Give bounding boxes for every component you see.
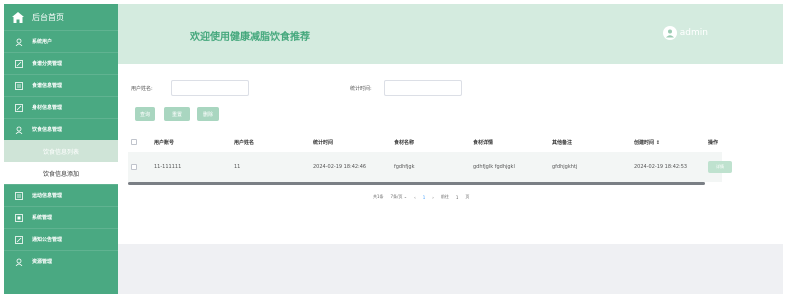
sidebar-item-exercise-info[interactable]: 运动信息管理	[4, 184, 118, 206]
sidebar-sub-label: 饮食信息添加	[42, 170, 79, 178]
user-menu[interactable]: admin	[662, 26, 708, 40]
grid-icon	[15, 213, 23, 222]
sidebar-item-label: 资源管理	[32, 259, 53, 265]
detail-button[interactable]: 详情	[708, 161, 732, 173]
edit-icon	[15, 59, 23, 68]
chevron-down-icon: ⌄	[403, 194, 408, 199]
column-header: 食材名称	[394, 140, 415, 146]
column-header: 操作	[708, 140, 719, 146]
footer-area	[118, 244, 783, 294]
sidebar-item-label: 系统用户	[32, 39, 53, 45]
username-filter-label: 用户姓名:	[131, 86, 153, 92]
avatar-icon	[665, 29, 674, 38]
sidebar-item-notice-manage[interactable]: 通知公告管理	[4, 228, 118, 250]
column-header: 食材详情	[473, 140, 494, 146]
sidebar-item-system-user[interactable]: 系统用户	[4, 30, 118, 52]
prev-page-button[interactable]: ‹	[414, 195, 416, 200]
list-icon	[15, 81, 23, 90]
cell-food-detail: gdhfjglk fgdhjgkl	[473, 164, 515, 170]
table-row	[128, 152, 722, 182]
horizontal-scrollbar[interactable]	[128, 182, 705, 185]
list-icon	[15, 191, 23, 200]
edit-icon	[15, 235, 23, 244]
pagination: 共1条 7条/页 ⌄ ‹ 1 › 前往 1 页	[373, 194, 469, 200]
reset-button[interactable]: 重置	[164, 107, 190, 121]
home-icon	[12, 11, 24, 23]
sidebar-item-label: 饮食信息管理	[32, 127, 63, 133]
sidebar-item-label: 系统管理	[32, 215, 53, 221]
page-size-select[interactable]: 7条/页 ⌄	[391, 194, 408, 200]
time-filter-input[interactable]	[384, 80, 462, 96]
user-icon	[15, 126, 23, 134]
pagination-total: 共1条	[373, 194, 384, 199]
column-header-sortable[interactable]: 创建时间 ↕	[634, 139, 660, 146]
sidebar: 后台首页 系统用户 食谱分类管理 食谱信息管理 身材信息管理 饮食信息管理 饮食…	[4, 4, 118, 294]
goto-label: 前往	[440, 194, 449, 199]
header: 欢迎使用健康减脂饮食推荐 admin	[118, 4, 783, 64]
sidebar-item-label: 食谱分类管理	[32, 61, 63, 67]
main-content: 用户姓名: 统计时间: 查询 重置 删除 用户账号 用户姓名 统计时间 食材名称…	[118, 64, 783, 244]
sidebar-sub-diet-add[interactable]: 饮食信息添加	[4, 162, 118, 184]
sidebar-sub-diet-list[interactable]: 饮食信息列表	[4, 140, 118, 162]
username: admin	[679, 28, 708, 38]
cell-stat-time: 2024-02-19 18:42:46	[313, 164, 367, 170]
sidebar-item-body-info[interactable]: 身材信息管理	[4, 96, 118, 118]
cell-account: 11-111111	[154, 164, 182, 170]
avatar	[662, 26, 677, 40]
delete-button[interactable]: 删除	[197, 107, 219, 121]
page-number-current[interactable]: 1	[423, 195, 426, 200]
cell-remark: gfdhjgkhtj	[552, 164, 578, 170]
user-icon	[15, 38, 23, 46]
cell-food-name: fgdhfjgk	[394, 164, 415, 170]
sidebar-item-recipe-category[interactable]: 食谱分类管理	[4, 52, 118, 74]
cell-name: 11	[234, 164, 241, 170]
sidebar-item-label: 通知公告管理	[32, 237, 63, 243]
sidebar-home-label: 后台首页	[32, 12, 64, 22]
user-icon	[15, 258, 23, 266]
sidebar-item-resource-manage[interactable]: 资源管理	[4, 250, 118, 272]
sidebar-item-label: 运动信息管理	[32, 193, 63, 199]
edit-icon	[15, 103, 23, 112]
column-header: 用户账号	[154, 140, 175, 146]
sidebar-sub-label: 饮食信息列表	[42, 148, 79, 156]
sidebar-item-label: 食谱信息管理	[32, 83, 63, 89]
sidebar-item-diet-info[interactable]: 饮食信息管理	[4, 118, 118, 140]
page-size-label: 7条/页	[390, 194, 403, 199]
query-button[interactable]: 查询	[135, 107, 155, 121]
row-checkbox[interactable]	[131, 164, 137, 170]
sidebar-item-system-manage[interactable]: 系统管理	[4, 206, 118, 228]
sidebar-home[interactable]: 后台首页	[4, 4, 118, 30]
page-title: 欢迎使用健康减脂饮食推荐	[190, 32, 310, 43]
goto-page-suffix: 页	[465, 194, 470, 199]
sidebar-item-recipe-info[interactable]: 食谱信息管理	[4, 74, 118, 96]
cell-created: 2024-02-19 18:42:53	[634, 164, 688, 170]
sidebar-item-label: 身材信息管理	[32, 105, 63, 111]
select-all-checkbox[interactable]	[131, 139, 137, 145]
time-filter-label: 统计时间:	[350, 86, 372, 92]
column-header: 其他备注	[552, 140, 573, 146]
goto-page-input[interactable]: 1	[456, 195, 459, 200]
column-header: 用户姓名	[234, 140, 255, 146]
column-header: 统计时间	[313, 140, 334, 146]
username-filter-input[interactable]	[171, 80, 249, 96]
next-page-button[interactable]: ›	[432, 195, 434, 200]
